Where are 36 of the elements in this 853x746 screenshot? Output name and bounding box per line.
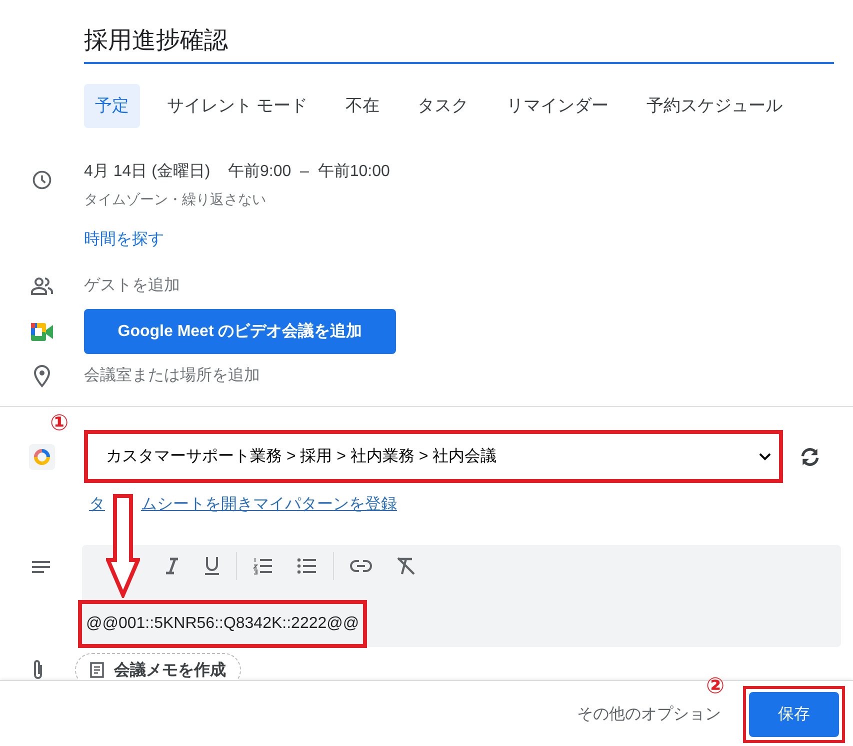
ring-logo-icon	[29, 444, 55, 470]
callout-number: ①	[50, 413, 69, 435]
title-field[interactable]: 採用進捗確認	[84, 26, 834, 64]
description-text[interactable]: @@001::5KNR56::Q8342K::2222@@	[78, 600, 368, 648]
paperclip-icon	[32, 659, 44, 680]
callout-number: ②	[706, 676, 725, 698]
tab[interactable]: 予定	[84, 84, 140, 128]
tab[interactable]: 予約スケジュール	[636, 84, 794, 128]
italic-icon[interactable]	[164, 557, 180, 575]
add-meet-button[interactable]: Google Meet のビデオ会議を追加	[84, 309, 396, 354]
video-camera-icon	[30, 322, 54, 342]
bulleted-list-icon[interactable]	[297, 557, 317, 575]
timesheet-link[interactable]: ムシートを開きマイパターンを登録	[141, 494, 397, 516]
tab[interactable]: リマインダー	[496, 84, 620, 128]
category-select[interactable]: カスタマーサポート業務 > 採用 > 社内業務 > 社内会議	[84, 430, 783, 483]
dropdown-chevron-icon	[759, 452, 771, 460]
description-icon	[31, 560, 51, 574]
document-icon	[90, 662, 104, 678]
save-button[interactable]: 保存	[749, 692, 839, 736]
meeting-notes-button[interactable]: 会議メモを作成	[75, 653, 241, 680]
timesheet-link[interactable]: タ	[89, 494, 105, 516]
more-options-button[interactable]: その他のオプション	[571, 702, 727, 726]
tab[interactable]: タスク	[406, 84, 480, 128]
tab[interactable]: サイレント モード	[156, 84, 319, 128]
clear-formatting-icon[interactable]	[396, 557, 416, 575]
numbered-list-icon[interactable]	[253, 557, 273, 575]
tab[interactable]: 不在	[334, 84, 391, 128]
underline-icon[interactable]	[204, 556, 220, 576]
clock-icon	[31, 169, 53, 191]
link-icon[interactable]	[350, 560, 372, 572]
location-pin-icon	[33, 364, 51, 388]
people-icon	[30, 276, 54, 296]
find-time-link[interactable]: 時間を探す	[84, 231, 164, 248]
timezone-text[interactable]: タイムゾーン・繰り返さない	[84, 191, 853, 209]
refresh-icon[interactable]	[799, 446, 821, 468]
date-time-text[interactable]: 4月 14日 (金曜日) 午前9:00 – 午前10:00	[84, 161, 390, 182]
